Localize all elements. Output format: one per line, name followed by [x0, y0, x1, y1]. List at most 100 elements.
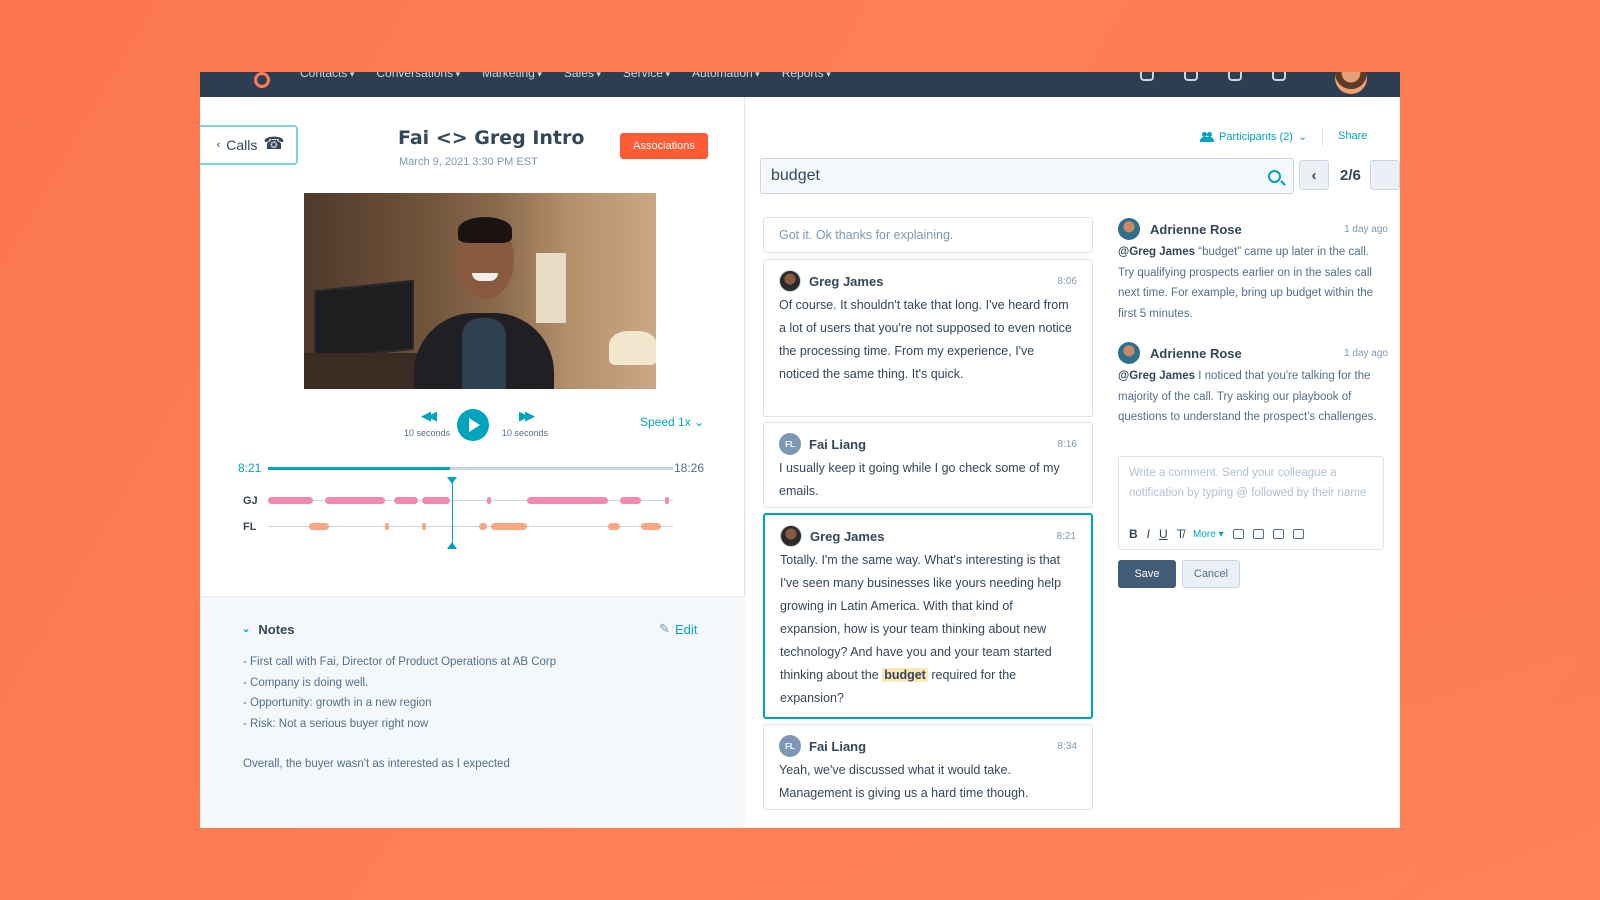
- share-button[interactable]: Share: [1338, 130, 1367, 142]
- transcript-list[interactable]: Got it. Ok thanks for explaining. Greg J…: [763, 217, 1093, 828]
- search-highlight: budget: [882, 668, 928, 682]
- scrubber-progress: [268, 467, 451, 470]
- speaker-segment[interactable]: [486, 497, 491, 504]
- nav-item-automation[interactable]: Automation: [692, 72, 760, 80]
- speaker-segment[interactable]: [620, 497, 641, 504]
- nav-item-marketing[interactable]: Marketing: [482, 72, 542, 80]
- speaker-track-fl[interactable]: [268, 523, 673, 530]
- transcript-search-input[interactable]: budget: [760, 158, 1294, 194]
- rewind-label: 10 seconds: [403, 428, 451, 438]
- nav-item-contacts[interactable]: Contacts: [300, 72, 354, 80]
- speaker-segment[interactable]: [478, 523, 487, 530]
- hubspot-logo-icon[interactable]: [250, 72, 270, 88]
- nav-item-sales[interactable]: Sales: [564, 72, 601, 80]
- play-button[interactable]: [457, 409, 489, 441]
- edit-label: Edit: [675, 622, 698, 637]
- avatar: FL: [779, 735, 801, 757]
- speaker-segment[interactable]: [490, 523, 528, 530]
- speaker-segment[interactable]: [608, 523, 621, 530]
- gear-icon[interactable]: [1228, 72, 1242, 81]
- video-lamp: [609, 331, 656, 365]
- speaker-track-gj[interactable]: [268, 497, 673, 504]
- speaker-segment[interactable]: [421, 523, 426, 530]
- speed-dropdown[interactable]: Speed 1x ⌄: [640, 415, 704, 429]
- speaker-name: Greg James: [810, 528, 885, 544]
- user-avatar[interactable]: [1335, 72, 1367, 94]
- speaker-segment[interactable]: [640, 523, 661, 530]
- link-icon[interactable]: [1232, 529, 1244, 539]
- participants-dropdown[interactable]: Participants (2) ⌄: [1200, 130, 1307, 143]
- participants-label: Participants (2): [1219, 130, 1293, 143]
- speaker-segment[interactable]: [664, 497, 669, 504]
- save-button[interactable]: Save: [1118, 560, 1176, 588]
- note-line: - Risk: Not a serious buyer right now: [243, 717, 429, 730]
- next-match-button[interactable]: [1370, 160, 1400, 190]
- marketplace-icon[interactable]: [1184, 72, 1198, 81]
- speaker-segment[interactable]: [385, 523, 390, 530]
- speed-label: Speed 1x: [640, 415, 691, 429]
- back-to-calls-button[interactable]: ‹ Calls: [200, 125, 298, 165]
- note-summary: Overall, the buyer wasn't as interested …: [243, 758, 510, 770]
- speaker-segment[interactable]: [268, 497, 313, 504]
- notes-body: - First call with Fai, Director of Produ…: [243, 652, 556, 775]
- notes-toggle[interactable]: ⌄ Notes: [242, 622, 295, 637]
- forward-button[interactable]: ▶▶ 10 seconds: [496, 408, 554, 438]
- fast-forward-icon: ▶▶: [519, 408, 535, 423]
- match-count: 2/6: [1340, 167, 1361, 184]
- speaker-segment[interactable]: [324, 497, 386, 504]
- message-time[interactable]: 8:34: [1058, 741, 1077, 752]
- chevron-left-icon: ‹: [216, 139, 221, 151]
- transcript-message[interactable]: Got it. Ok thanks for explaining.: [763, 217, 1093, 253]
- calls-label: Calls: [226, 137, 258, 153]
- transcript-message-active[interactable]: Greg James 8:21 Totally. I'm the same wa…: [763, 513, 1093, 719]
- message-time[interactable]: 8:16: [1058, 439, 1077, 450]
- comment-input[interactable]: Write a comment. Send your colleague a n…: [1118, 456, 1384, 550]
- call-video[interactable]: [304, 193, 656, 389]
- playhead[interactable]: [452, 477, 453, 549]
- previous-match-button[interactable]: ‹: [1299, 160, 1329, 190]
- note-line: - Opportunity: growth in a new region: [243, 697, 432, 709]
- document-icon[interactable]: [1292, 529, 1304, 539]
- avatar: [780, 525, 802, 547]
- current-time: 8:21: [238, 461, 262, 475]
- comment-placeholder: Write a comment. Send your colleague a n…: [1129, 467, 1367, 499]
- cancel-button[interactable]: Cancel: [1182, 560, 1240, 588]
- snippet-icon[interactable]: [1272, 529, 1284, 539]
- call-date: March 9, 2021 3:30 PM EST: [399, 156, 538, 168]
- search-icon[interactable]: [1268, 170, 1281, 183]
- italic-button[interactable]: I: [1147, 527, 1150, 541]
- speaker-segment[interactable]: [308, 523, 329, 530]
- mention-link[interactable]: @Greg James: [1118, 246, 1195, 258]
- speaker-segment[interactable]: [527, 497, 609, 504]
- more-dropdown[interactable]: More ▾: [1193, 529, 1224, 540]
- underline-button[interactable]: U: [1159, 527, 1168, 541]
- nav-item-reports[interactable]: Reports: [782, 72, 831, 80]
- bell-icon[interactable]: [1272, 72, 1286, 81]
- speaker-name: Greg James: [809, 273, 884, 289]
- rewind-button[interactable]: ◀◀ 10 seconds: [398, 408, 456, 438]
- message-time[interactable]: 8:06: [1058, 276, 1077, 287]
- edit-notes-button[interactable]: Edit: [659, 621, 698, 637]
- nav-item-service[interactable]: Service: [623, 72, 670, 80]
- scrubber-track[interactable]: [268, 467, 673, 470]
- search-icon[interactable]: [1140, 72, 1154, 81]
- chevron-left-icon: ‹: [1311, 166, 1317, 184]
- speaker-segment[interactable]: [421, 497, 451, 504]
- note-line: - First call with Fai, Director of Produ…: [243, 656, 557, 668]
- nav-item-conversations[interactable]: Conversations: [376, 72, 460, 80]
- app-window: Contacts Conversations Marketing Sales S…: [200, 72, 1400, 828]
- comment-toolbar: B I U T̸ More ▾: [1129, 527, 1304, 541]
- image-icon[interactable]: [1252, 529, 1264, 539]
- people-icon: [1200, 131, 1214, 142]
- clear-format-button[interactable]: T̸: [1177, 527, 1184, 541]
- playhead-bottom-marker[interactable]: [447, 542, 457, 549]
- transcript-message[interactable]: FL Fai Liang 8:34 Yeah, we've discussed …: [763, 724, 1093, 810]
- transcript-message[interactable]: Greg James 8:06 Of course. It shouldn't …: [763, 259, 1093, 417]
- mention-link[interactable]: @Greg James: [1118, 370, 1195, 382]
- associations-button[interactable]: Associations: [620, 133, 708, 159]
- bold-button[interactable]: B: [1129, 527, 1138, 541]
- transcript-message[interactable]: FL Fai Liang 8:16 I usually keep it goin…: [763, 422, 1093, 508]
- video-person-hair: [458, 217, 512, 243]
- speaker-segment[interactable]: [393, 497, 418, 504]
- message-time[interactable]: 8:21: [1057, 531, 1076, 542]
